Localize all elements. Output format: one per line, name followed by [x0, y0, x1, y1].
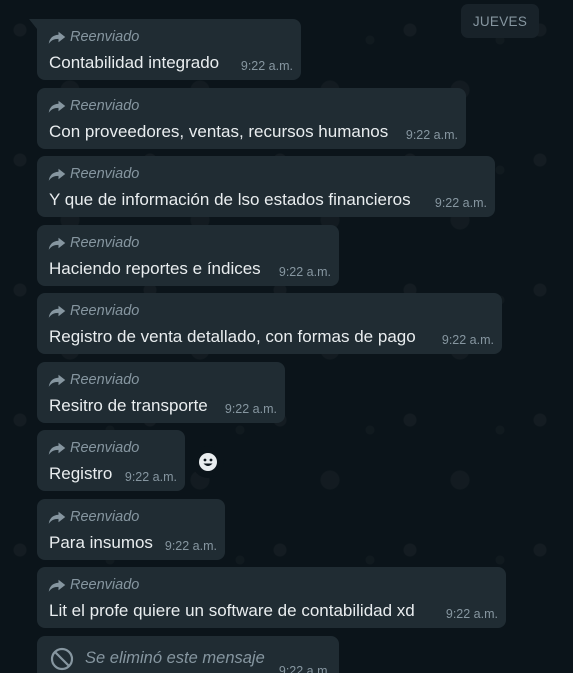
message-bubble[interactable]: Reenviado Registro 9:22 a.m.	[37, 430, 185, 491]
message-text: Para insumos	[49, 533, 153, 552]
forwarded-tag: Reenviado	[48, 508, 139, 526]
forwarded-label: Reenviado	[70, 372, 140, 388]
forwarded-label: Reenviado	[70, 509, 140, 525]
message-bubble[interactable]: Reenviado Contabilidad integrado 9:22 a.…	[29, 19, 301, 80]
day-separator: JUEVES	[461, 4, 539, 38]
message-time: 9:22 a.m.	[434, 196, 487, 210]
message-time: 9:22 a.m.	[441, 333, 494, 347]
forwarded-label: Reenviado	[70, 98, 140, 114]
message-time: 9:22 a.m.	[240, 59, 293, 73]
forward-arrow-icon	[48, 168, 66, 181]
message-text: Resitro de transporte	[49, 396, 208, 415]
message-bubble[interactable]: Reenviado Resitro de transporte 9:22 a.m…	[37, 362, 285, 423]
message-text: Lit el profe quiere un software de conta…	[49, 601, 415, 620]
react-emoji-button[interactable]	[192, 446, 224, 478]
message-text: Registro	[49, 464, 113, 483]
forwarded-tag: Reenviado	[48, 97, 139, 115]
forward-arrow-icon	[48, 442, 66, 455]
message-time: 9:22 a.m.	[124, 470, 177, 484]
forward-arrow-icon	[48, 374, 66, 387]
forward-arrow-icon	[48, 579, 66, 592]
message-text: Contabilidad integrado	[49, 53, 220, 72]
forwarded-label: Reenviado	[70, 303, 140, 319]
forward-arrow-icon	[48, 305, 66, 318]
message-bubble[interactable]: Reenviado Y que de información de lso es…	[37, 156, 495, 217]
message-time: 9:22 a.m.	[405, 128, 458, 142]
message-bubble[interactable]: Reenviado Para insumos 9:22 a.m.	[37, 499, 225, 560]
forward-arrow-icon	[48, 31, 66, 44]
chat-panel[interactable]: JUEVES Reenviado Contabilidad integrado …	[0, 0, 573, 673]
message-bubble[interactable]: Reenviado Con proveedores, ventas, recur…	[37, 88, 466, 149]
forwarded-tag: Reenviado	[48, 28, 139, 46]
message-bubble[interactable]: Reenviado Haciendo reportes e índices 9:…	[37, 225, 339, 286]
blocked-icon	[50, 647, 74, 671]
forwarded-tag: Reenviado	[48, 576, 139, 594]
deleted-message-bubble[interactable]: Se eliminó este mensaje 9:22 a.m.	[37, 636, 339, 673]
message-time: 9:22 a.m.	[278, 664, 331, 673]
forwarded-tag: Reenviado	[48, 302, 139, 320]
smiley-icon	[199, 453, 217, 471]
deleted-message-text: Se eliminó este mensaje	[85, 649, 265, 667]
forwarded-label: Reenviado	[70, 29, 140, 45]
forwarded-label: Reenviado	[70, 235, 140, 251]
forward-arrow-icon	[48, 100, 66, 113]
message-text: Y que de información de lso estados fina…	[49, 190, 411, 209]
forwarded-tag: Reenviado	[48, 439, 139, 457]
message-bubble[interactable]: Reenviado Lit el profe quiere un softwar…	[37, 567, 506, 628]
message-text: Haciendo reportes e índices	[49, 259, 261, 278]
message-bubble[interactable]: Reenviado Registro de venta detallado, c…	[37, 293, 502, 354]
forwarded-tag: Reenviado	[48, 234, 139, 252]
forwarded-label: Reenviado	[70, 440, 140, 456]
day-label: JUEVES	[472, 13, 528, 29]
message-time: 9:22 a.m.	[164, 539, 217, 553]
message-text: Con proveedores, ventas, recursos humano…	[49, 122, 389, 141]
message-time: 9:22 a.m.	[445, 607, 498, 621]
forwarded-tag: Reenviado	[48, 371, 139, 389]
forwarded-label: Reenviado	[70, 577, 140, 593]
message-time: 9:22 a.m.	[278, 265, 331, 279]
message-text: Registro de venta detallado, con formas …	[49, 327, 416, 346]
message-time: 9:22 a.m.	[224, 402, 277, 416]
forward-arrow-icon	[48, 237, 66, 250]
forwarded-label: Reenviado	[70, 166, 140, 182]
forward-arrow-icon	[48, 511, 66, 524]
forwarded-tag: Reenviado	[48, 165, 139, 183]
